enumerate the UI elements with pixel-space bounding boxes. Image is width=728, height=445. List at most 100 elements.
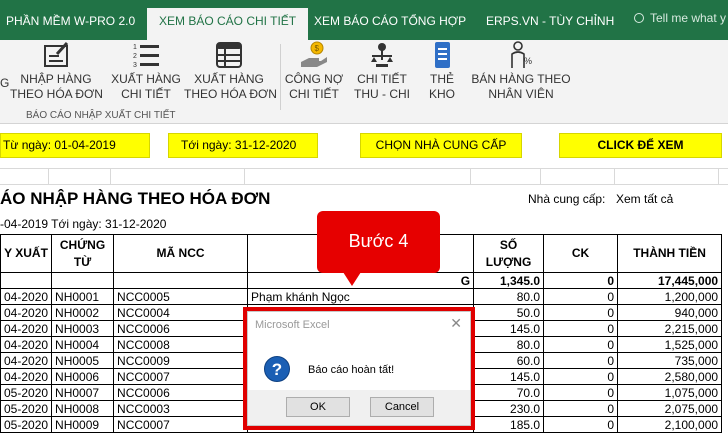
- qty-cell[interactable]: 80.0: [473, 336, 545, 353]
- name-cell[interactable]: Phạm khánh Ngọc: [247, 288, 475, 305]
- qty-cell[interactable]: 50.0: [473, 304, 545, 321]
- total-amount-cell[interactable]: 17,445,000: [617, 272, 723, 289]
- total-qty-cell[interactable]: 1,345.0: [473, 272, 545, 289]
- qty-cell[interactable]: 145.0: [473, 368, 545, 385]
- ck-cell[interactable]: 0: [543, 352, 619, 369]
- ck-cell[interactable]: 0: [543, 384, 619, 401]
- ribbon-group-label: BÁO CÁO NHẬP XUẤT CHI TIẾT: [26, 110, 176, 121]
- date-cell[interactable]: 04-2020: [0, 320, 53, 337]
- total-cell[interactable]: [51, 272, 115, 289]
- doc-cell[interactable]: NH0009: [51, 416, 115, 433]
- ok-button[interactable]: OK: [286, 397, 350, 417]
- qty-cell[interactable]: 185.0: [473, 416, 545, 433]
- ncc-cell[interactable]: NCC0005: [113, 288, 249, 305]
- ncc-cell[interactable]: NCC0007: [113, 416, 249, 433]
- tell-me-box[interactable]: Tell me what y: [634, 11, 726, 25]
- amount-cell[interactable]: 1,200,000: [617, 288, 723, 305]
- amount-cell[interactable]: 2,075,000: [617, 400, 723, 417]
- date-cell[interactable]: 05-2020: [0, 416, 53, 433]
- ncc-cell[interactable]: NCC0006: [113, 320, 249, 337]
- ck-cell[interactable]: 0: [543, 320, 619, 337]
- doc-cell[interactable]: NH0008: [51, 400, 115, 417]
- doc-cell[interactable]: NH0002: [51, 304, 115, 321]
- col-header-qty: SỐ LƯỢNG: [473, 234, 545, 273]
- tab-detail-report[interactable]: XEM BÁO CÁO CHI TIẾT: [147, 8, 309, 40]
- sales-by-employee-button[interactable]: % BÁN HÀNG THEO NHÂN VIÊN: [468, 40, 574, 102]
- amount-cell[interactable]: 2,580,000: [617, 368, 723, 385]
- export-detail-label-1: XUẤT HÀNG: [111, 72, 181, 86]
- excel-message-dialog: Microsoft Excel ✕ ? Báo cáo hoàn tất! OK…: [247, 311, 471, 426]
- doc-cell[interactable]: NH0003: [51, 320, 115, 337]
- stock-card-label-2: KHO: [428, 87, 455, 101]
- income-expense-detail-button[interactable]: CHI TIẾT THU - CHI: [350, 40, 414, 102]
- date-cell[interactable]: 04-2020: [0, 336, 53, 353]
- import-by-invoice-button[interactable]: NHẬP HÀNG THEO HÓA ĐƠN: [10, 40, 103, 102]
- sheet-gridline: [48, 168, 49, 184]
- ck-cell[interactable]: 0: [543, 368, 619, 385]
- amount-cell[interactable]: 2,100,000: [617, 416, 723, 433]
- total-cell[interactable]: [0, 272, 53, 289]
- amount-cell[interactable]: 735,000: [617, 352, 723, 369]
- ncc-cell[interactable]: NCC0007: [113, 368, 249, 385]
- supplier-value[interactable]: Xem tất cả: [616, 192, 673, 206]
- ncc-cell[interactable]: NCC0009: [113, 352, 249, 369]
- cancel-button[interactable]: Cancel: [370, 397, 434, 417]
- sheet-gridline: [540, 168, 541, 184]
- export-by-invoice-button[interactable]: XUẤT HÀNG THEO HÓA ĐƠN: [184, 40, 277, 102]
- stock-card-button[interactable]: THẺ KHO: [422, 40, 462, 102]
- date-cell[interactable]: 04-2020: [0, 288, 53, 305]
- total-cell[interactable]: [113, 272, 249, 289]
- qty-cell[interactable]: 60.0: [473, 352, 545, 369]
- from-date-field[interactable]: Từ ngày: 01-04-2019: [0, 133, 150, 158]
- ribbon-button-partial-label: G: [0, 76, 10, 90]
- tab-summary-report[interactable]: XEM BÁO CÁO TỔNG HỢP: [314, 10, 466, 40]
- choose-supplier-button[interactable]: CHỌN NHÀ CUNG CẤP: [360, 133, 522, 158]
- export-detail-button[interactable]: 1 2 3 XUẤT HÀNG CHI TIẾT: [110, 40, 182, 102]
- doc-cell[interactable]: NH0005: [51, 352, 115, 369]
- ncc-cell[interactable]: NCC0003: [113, 400, 249, 417]
- col-header-ncc: MÃ NCC: [113, 234, 249, 273]
- ncc-cell[interactable]: NCC0006: [113, 384, 249, 401]
- total-ck-cell[interactable]: 0: [543, 272, 619, 289]
- doc-cell[interactable]: NH0007: [51, 384, 115, 401]
- ck-cell[interactable]: 0: [543, 288, 619, 305]
- qty-cell[interactable]: 230.0: [473, 400, 545, 417]
- col-header-qty-line2: LƯỢNG: [485, 254, 532, 269]
- date-cell[interactable]: 04-2020: [0, 368, 53, 385]
- qty-cell[interactable]: 145.0: [473, 320, 545, 337]
- amount-cell[interactable]: 940,000: [617, 304, 723, 321]
- tab-w-pro[interactable]: PHẦN MỀM W-PRO 2.0: [6, 10, 135, 40]
- ncc-cell[interactable]: NCC0008: [113, 336, 249, 353]
- qty-cell[interactable]: 80.0: [473, 288, 545, 305]
- step-callout: Bước 4: [317, 211, 440, 273]
- ncc-cell[interactable]: NCC0004: [113, 304, 249, 321]
- ck-cell[interactable]: 0: [543, 400, 619, 417]
- doc-cell[interactable]: NH0004: [51, 336, 115, 353]
- to-date-field[interactable]: Tới ngày: 31-12-2020: [168, 133, 318, 158]
- excel-window: PHẦN MỀM W-PRO 2.0 XEM BÁO CÁO CHI TIẾT …: [0, 0, 728, 445]
- step-callout-text: Bước 4: [348, 231, 409, 251]
- date-cell[interactable]: 05-2020: [0, 384, 53, 401]
- amount-cell[interactable]: 1,075,000: [617, 384, 723, 401]
- tell-me-text: Tell me what y: [650, 11, 727, 25]
- date-cell[interactable]: 04-2020: [0, 352, 53, 369]
- close-icon[interactable]: ✕: [450, 315, 462, 331]
- dialog-title: Microsoft Excel: [255, 319, 330, 331]
- sheet-gridline: [244, 168, 245, 184]
- debt-detail-button[interactable]: $ CÔNG NỢ CHI TIẾT: [284, 40, 344, 102]
- ck-cell[interactable]: 0: [543, 304, 619, 321]
- numbered-list-icon: 1 2 3: [133, 44, 159, 69]
- tab-erps-custom[interactable]: ERPS.VN - TÙY CHỈNH: [486, 10, 614, 40]
- ck-cell[interactable]: 0: [543, 336, 619, 353]
- ck-cell[interactable]: 0: [543, 416, 619, 433]
- ribbon-separator: [280, 44, 281, 110]
- amount-cell[interactable]: 2,215,000: [617, 320, 723, 337]
- qty-cell[interactable]: 70.0: [473, 384, 545, 401]
- date-cell[interactable]: 04-2020: [0, 304, 53, 321]
- click-to-view-button[interactable]: CLICK ĐỂ XEM: [559, 133, 722, 158]
- doc-cell[interactable]: NH0006: [51, 368, 115, 385]
- amount-cell[interactable]: 1,525,000: [617, 336, 723, 353]
- doc-cell[interactable]: NH0001: [51, 288, 115, 305]
- ribbon-button-partial[interactable]: G: [0, 76, 9, 91]
- date-cell[interactable]: 05-2020: [0, 400, 53, 417]
